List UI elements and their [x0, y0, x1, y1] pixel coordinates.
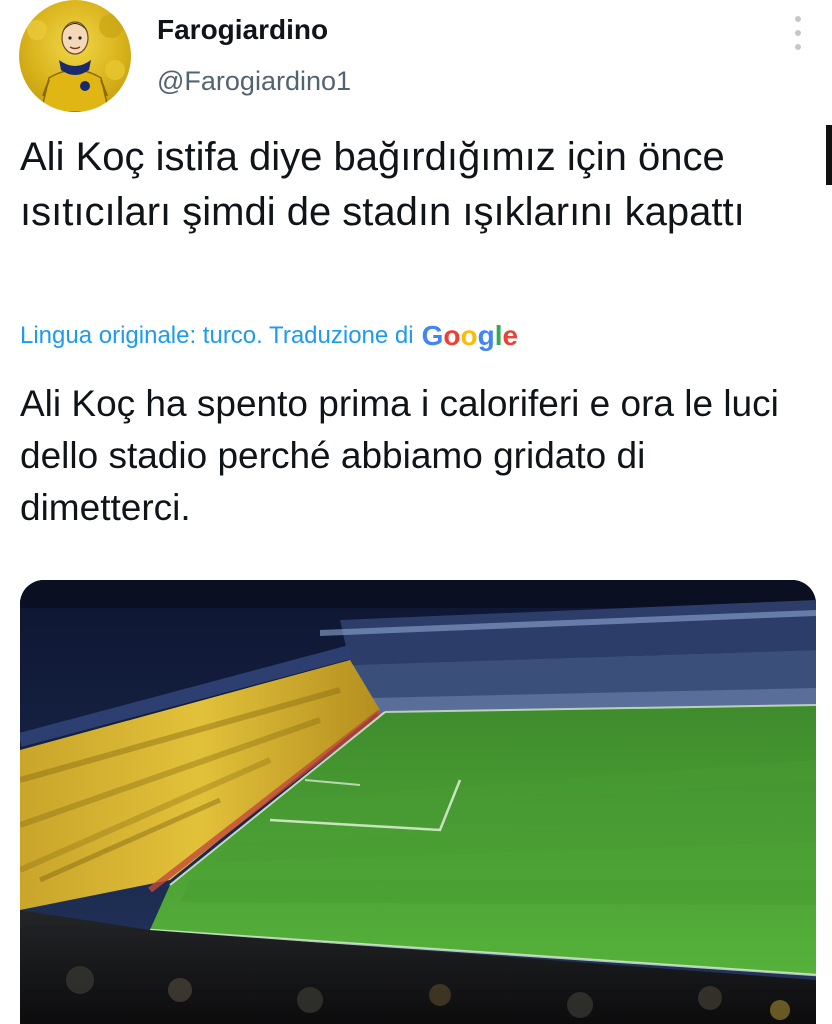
edge-divider — [826, 125, 832, 185]
handle[interactable]: @Farogiardino1 — [157, 66, 351, 97]
more-dot — [795, 30, 801, 36]
translated-text: Ali Koç ha spento prima i caloriferi e o… — [20, 383, 779, 528]
more-dot — [795, 44, 801, 50]
translation-label[interactable]: Lingua originale: turco. Traduzione di — [20, 322, 414, 350]
media-video[interactable] — [20, 580, 816, 1024]
more-dot — [795, 16, 801, 22]
google-logo: Google — [421, 320, 519, 351]
more-vertical-icon[interactable] — [788, 16, 808, 50]
tweet-text: Ali Koç istifa diye bağırdığımız için ön… — [20, 135, 745, 234]
stadium-video-thumbnail — [20, 580, 816, 1024]
tweet: Farogiardino @Farogiardino1 Ali Koç isti… — [0, 0, 832, 1024]
avatar[interactable] — [19, 0, 131, 112]
avatar-illustration — [27, 14, 125, 112]
display-name[interactable]: Farogiardino — [157, 14, 328, 46]
translation-attribution[interactable]: Lingua originale: turco. Traduzione di G… — [20, 320, 518, 352]
